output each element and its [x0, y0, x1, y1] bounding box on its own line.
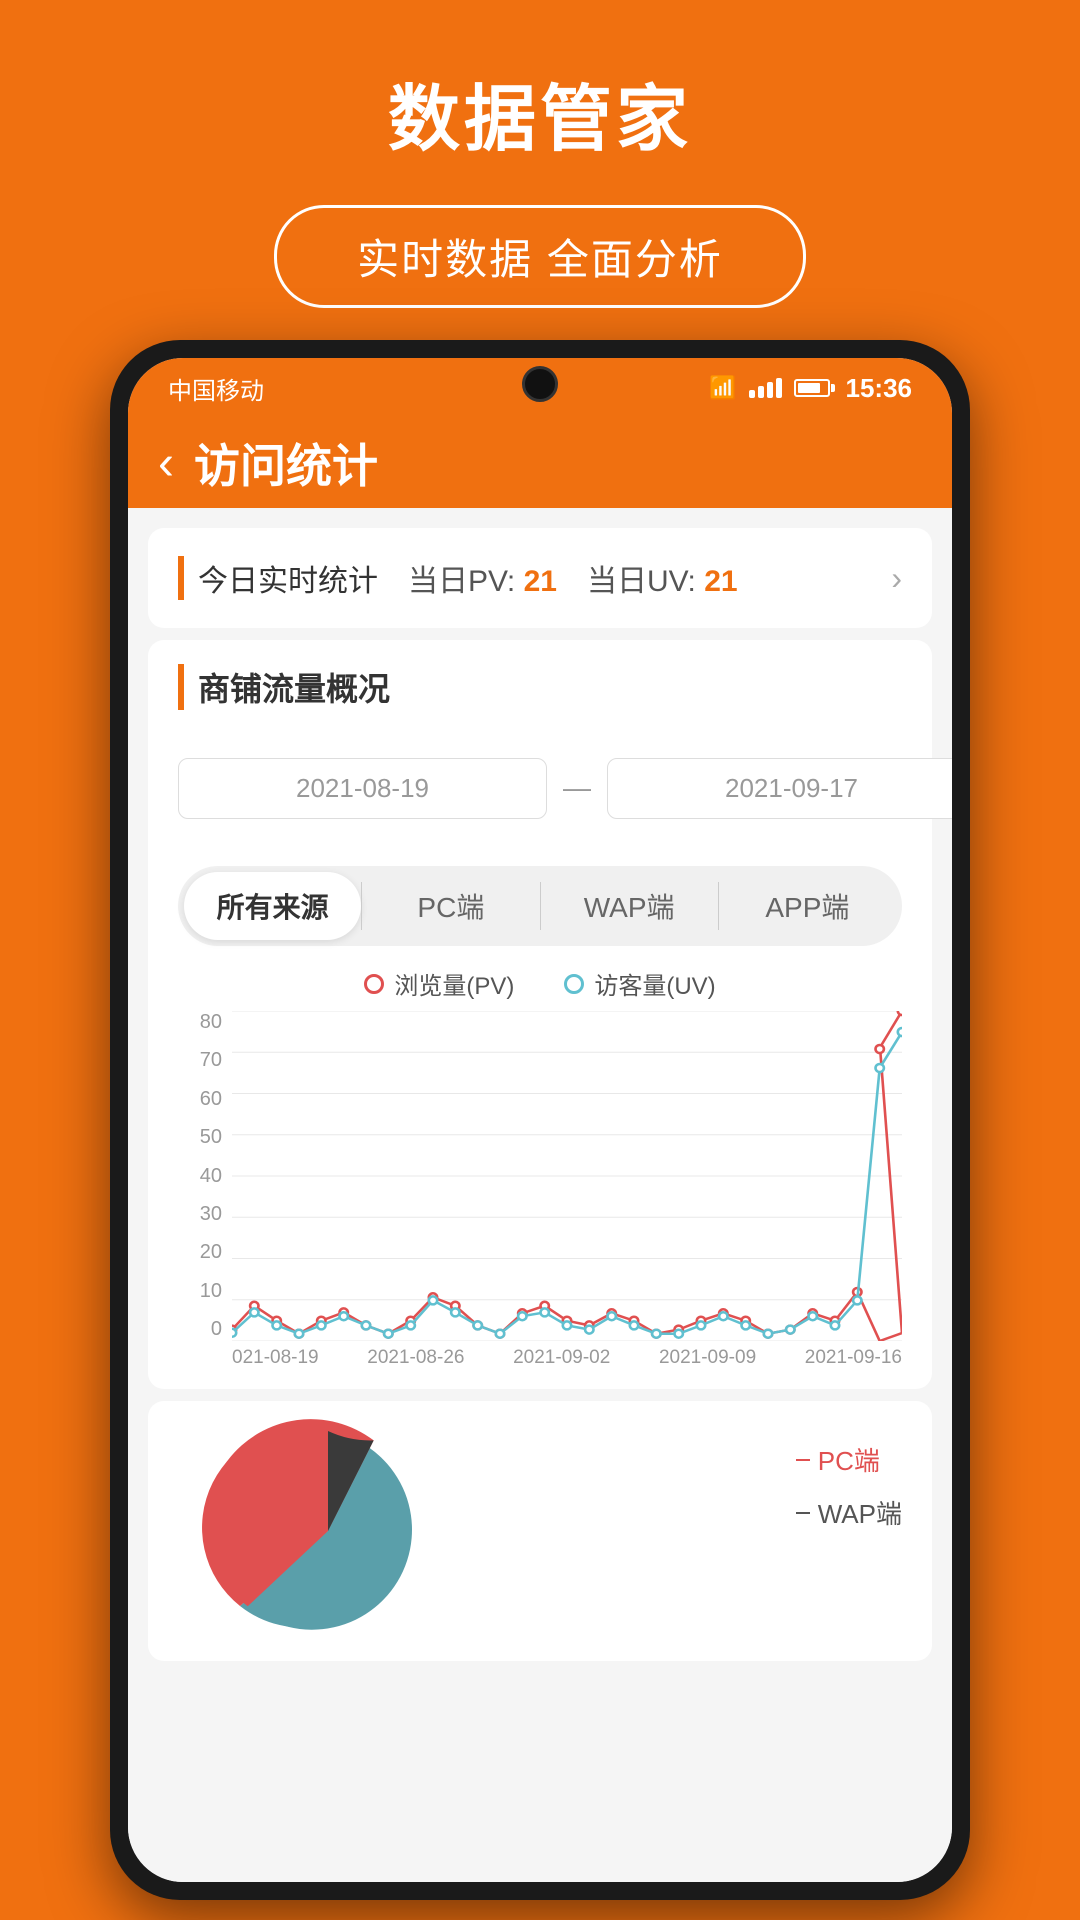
x-label-4: 2021-09-16: [805, 1347, 902, 1369]
chart-wrapper: 0 10 20 30 40 50 60 70 80: [178, 1011, 902, 1369]
line-chart-svg: [232, 1011, 902, 1341]
uv-line: [232, 1032, 902, 1334]
today-stats-label: 今日实时统计: [178, 556, 378, 600]
nav-title: 访问统计: [194, 430, 378, 496]
pie-labels: PC端 WAP端: [796, 1441, 902, 1531]
y-60: 60: [178, 1088, 222, 1111]
wifi-icon: 📶: [709, 375, 736, 401]
phone-mockup: 中国移动 📶 15:36: [110, 340, 970, 1900]
today-stats-card: 今日实时统计 当日PV: 21 当日UV: 21 ›: [148, 528, 932, 628]
date-start-input[interactable]: [178, 758, 547, 819]
traffic-card: 商铺流量概况 — 确定 所有来源 PC端 WAP端: [148, 640, 932, 1389]
source-tabs: 所有来源 PC端 WAP端 APP端: [178, 866, 902, 946]
tab-all-sources[interactable]: 所有来源: [184, 872, 361, 940]
uv-dot: [564, 974, 584, 994]
date-row: — 确定: [178, 730, 902, 846]
y-80: 80: [178, 1011, 222, 1034]
stats-arrow-icon[interactable]: ›: [891, 560, 902, 597]
y-40: 40: [178, 1165, 222, 1188]
pc-label: PC端: [818, 1441, 880, 1478]
status-icons: 📶 15:36: [709, 373, 912, 404]
chart-legend: 浏览量(PV) 访客量(UV): [178, 966, 902, 1001]
app-subtitle: 实时数据 全面分析: [357, 236, 723, 283]
tab-pc[interactable]: PC端: [362, 872, 539, 940]
status-bar: 中国移动 📶 15:36: [128, 358, 952, 418]
nav-bar: ‹ 访问统计: [128, 418, 952, 508]
x-label-0: 021-08-19: [232, 1347, 319, 1369]
app-subtitle-box: 实时数据 全面分析: [274, 205, 806, 308]
x-label-1: 2021-08-26: [367, 1347, 464, 1369]
time-label: 15:36: [846, 373, 913, 404]
legend-uv: 访客量(UV): [564, 966, 715, 1001]
legend-pv: 浏览量(PV): [364, 966, 514, 1001]
x-label-2: 2021-09-02: [513, 1347, 610, 1369]
y-70: 70: [178, 1049, 222, 1072]
pie-label-pc: PC端: [796, 1441, 902, 1478]
back-button[interactable]: ‹: [158, 436, 174, 491]
pv-label: 当日PV: 21: [408, 556, 557, 600]
y-20: 20: [178, 1241, 222, 1264]
pie-chart-svg: [178, 1411, 478, 1651]
tab-app[interactable]: APP端: [719, 872, 896, 940]
content-area: 今日实时统计 当日PV: 21 当日UV: 21 › 商铺流量概况: [128, 508, 952, 1882]
camera-notch: [522, 366, 558, 402]
date-end-input[interactable]: [607, 758, 952, 819]
app-header: 数据管家 实时数据 全面分析: [0, 0, 1080, 348]
pie-label-wap: WAP端: [796, 1494, 902, 1531]
carrier-label: 中国移动: [168, 371, 264, 406]
tab-wap[interactable]: WAP端: [541, 872, 718, 940]
uv-legend-label: 访客量(UV): [594, 966, 715, 1001]
page-background: 数据管家 实时数据 全面分析 中国移动 📶: [0, 0, 1080, 1920]
wap-label: WAP端: [818, 1494, 902, 1531]
x-label-3: 2021-09-09: [659, 1347, 756, 1369]
pv-legend-label: 浏览量(PV): [394, 966, 514, 1001]
battery-icon: [794, 379, 830, 397]
date-separator: —: [563, 772, 591, 804]
y-10: 10: [178, 1280, 222, 1303]
y-50: 50: [178, 1126, 222, 1149]
chart-inner: 0 10 20 30 40 50 60 70 80: [178, 1011, 902, 1341]
pv-dot: [364, 974, 384, 994]
y-axis: 0 10 20 30 40 50 60 70 80: [178, 1011, 232, 1341]
uv-label: 当日UV: 21: [587, 556, 738, 600]
app-title: 数据管家: [0, 60, 1080, 165]
phone-screen: 中国移动 📶 15:36: [128, 358, 952, 1882]
y-30: 30: [178, 1203, 222, 1226]
signal-icon: [749, 378, 782, 398]
y-0: 0: [178, 1318, 222, 1341]
traffic-section-title: 商铺流量概况: [178, 664, 902, 710]
x-axis: 021-08-19 2021-08-26 2021-09-02 2021-09-…: [178, 1347, 902, 1369]
pie-section: PC端 WAP端: [148, 1401, 932, 1661]
